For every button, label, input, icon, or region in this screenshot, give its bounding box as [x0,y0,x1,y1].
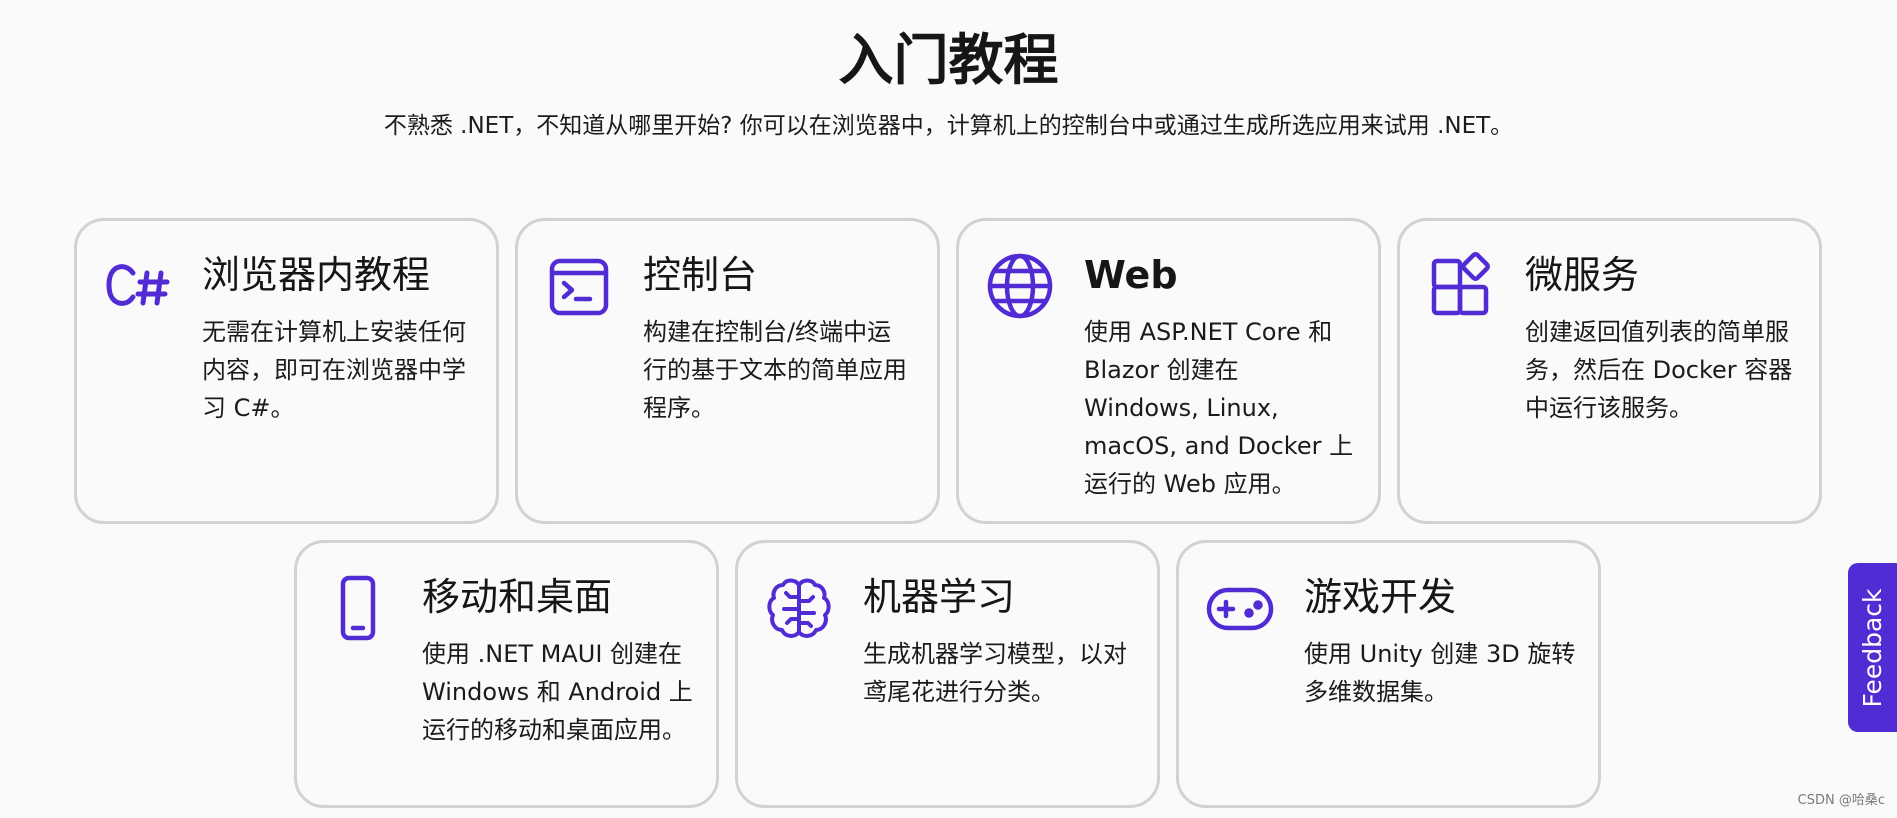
card-title: Web [1084,253,1178,297]
brain-circuit-icon [764,573,834,643]
card-description: 使用 Unity 创建 3D 旋转多维数据集。 [1304,640,1576,706]
card-title: 微服务 [1525,253,1640,297]
card-description: 创建返回值列表的简单服务，然后在 Docker 容器中运行该服务。 [1525,318,1793,422]
card-machine-learning[interactable]: 机器学习 生成机器学习模型，以对鸢尾花进行分类。 [735,540,1160,808]
mobile-phone-icon [323,573,393,643]
card-title: 游戏开发 [1304,575,1457,619]
terminal-icon [544,251,614,321]
card-title: 浏览器内教程 [202,253,431,297]
page-subtitle: 不熟悉 .NET，不知道从哪里开始? 你可以在浏览器中，计算机上的控制台中或通过… [383,113,1514,139]
globe-icon [985,251,1055,321]
card-description: 无需在计算机上安装任何内容，即可在浏览器中学习 C#。 [202,318,466,422]
card-description: 构建在控制台/终端中运行的基于文本的简单应用程序。 [643,318,907,422]
gamepad-icon [1205,573,1275,643]
card-mobile-desktop[interactable]: 移动和桌面 使用 .NET MAUI 创建在 Windows 和 Android… [294,540,719,808]
page-title: 入门教程 [838,28,1059,92]
csharp-icon [103,251,173,321]
card-description: 生成机器学习模型，以对鸢尾花进行分类。 [863,640,1127,706]
card-microservices[interactable]: 微服务 创建返回值列表的简单服务，然后在 Docker 容器中运行该服务。 [1397,218,1822,524]
card-title: 机器学习 [863,575,1016,619]
microservices-icon [1426,251,1496,321]
card-description: 使用 .NET MAUI 创建在 Windows 和 Android 上运行的移… [422,640,693,744]
card-title: 控制台 [643,253,758,297]
card-console[interactable]: 控制台 构建在控制台/终端中运行的基于文本的简单应用程序。 [515,218,940,524]
card-description: 使用 ASP.NET Core 和 Blazor 创建在 Windows, Li… [1084,318,1354,498]
card-web[interactable]: Web 使用 ASP.NET Core 和 Blazor 创建在 Windows… [956,218,1381,524]
feedback-button[interactable]: Feedback [1848,563,1897,732]
feedback-label: Feedback [1857,587,1887,708]
watermark: CSDN @哈桑c [1797,793,1885,808]
card-title: 移动和桌面 [422,575,613,619]
card-browser-tutorial[interactable]: 浏览器内教程 无需在计算机上安装任何内容，即可在浏览器中学习 C#。 [74,218,499,524]
card-game-development[interactable]: 游戏开发 使用 Unity 创建 3D 旋转多维数据集。 [1176,540,1601,808]
